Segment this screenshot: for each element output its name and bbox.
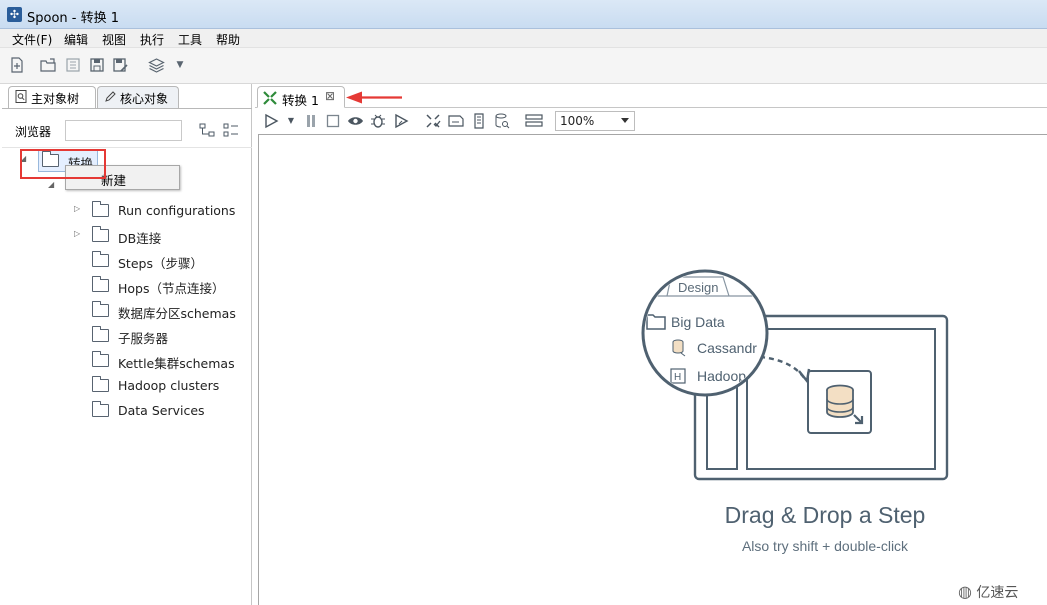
tree-item-db-connections[interactable]: ▷ DB连接 xyxy=(74,226,250,246)
tab-divider xyxy=(2,108,252,109)
drag-drop-headline: Drag & Drop a Step xyxy=(724,502,926,528)
close-tab-icon[interactable]: ⊠ xyxy=(325,89,335,103)
tree-item-label: Steps（步骤） xyxy=(118,256,203,271)
tree-item-label: DB连接 xyxy=(118,231,162,246)
drag-drop-illustration: Design Big Data Cassandr H Hadoop xyxy=(641,269,949,481)
menu-run[interactable]: 执行 xyxy=(140,31,164,48)
tree-item-label: Kettle集群schemas xyxy=(118,356,235,371)
watermark-logo-icon: ◍ xyxy=(958,582,972,601)
layers-icon[interactable] xyxy=(148,57,165,73)
left-tabs: 主对象树 核心对象 xyxy=(8,86,252,108)
impact-icon[interactable] xyxy=(448,113,464,129)
folder-icon xyxy=(92,226,109,242)
tree-item-label: 数据库分区schemas xyxy=(118,306,236,321)
tree-item-label: Data Services xyxy=(118,403,205,418)
canvas-toolbar: ▼ 100% xyxy=(257,108,637,134)
tree-item-steps[interactable]: Steps（步骤） xyxy=(74,251,250,271)
folder-icon xyxy=(92,276,109,292)
tab-core-objects-label: 核心对象 xyxy=(120,92,169,106)
dashed-drag-arrow xyxy=(759,355,806,380)
spoon-app-icon: ✣ xyxy=(7,7,22,22)
main-toolbar: ▼ xyxy=(0,48,1047,84)
collapsed-arrow-icon[interactable]: ▷ xyxy=(74,204,84,213)
tree-item-label: Hadoop clusters xyxy=(118,378,220,393)
folder-icon xyxy=(92,351,109,367)
editor-area: 转换 1 ⊠ ▼ 100% Design Big Data Cassandr H… xyxy=(255,84,1047,605)
menu-bar: 文件(F) 编辑 视图 执行 工具 帮助 xyxy=(0,29,1047,48)
dropdown-caret-icon[interactable]: ▼ xyxy=(172,57,188,73)
folder-icon xyxy=(92,376,109,392)
tree-item-data-services[interactable]: Data Services xyxy=(74,401,250,421)
editor-tab-strip: 转换 1 ⊠ xyxy=(255,84,1047,108)
left-panel: 主对象树 核心对象 浏览器 ◢ 转换 ◢ 新建 ▷ Run configurat… xyxy=(2,84,252,605)
menu-view[interactable]: 视图 xyxy=(102,31,126,48)
design-tab-label: Design xyxy=(678,280,718,295)
menu-file[interactable]: 文件(F) xyxy=(12,31,52,48)
tree-item-label: 子服务器 xyxy=(118,331,169,346)
tab-transformation-1[interactable]: 转换 1 ⊠ xyxy=(257,86,345,108)
preview-icon[interactable] xyxy=(347,113,363,129)
window-title: Spoon - 转换 1 xyxy=(27,11,120,26)
expanded-arrow-icon[interactable]: ◢ xyxy=(48,180,58,189)
folder-icon xyxy=(92,326,109,342)
watermark-text: 亿速云 xyxy=(976,585,1019,601)
tab-main-tree-label: 主对象树 xyxy=(31,92,80,106)
stop-icon[interactable] xyxy=(325,113,341,129)
sql-icon[interactable] xyxy=(471,113,487,129)
new-file-icon[interactable] xyxy=(9,57,25,73)
zoom-select[interactable]: 100% xyxy=(555,111,635,131)
explorer-icon[interactable] xyxy=(65,57,81,73)
menu-edit[interactable]: 编辑 xyxy=(64,31,88,48)
tab-main-tree[interactable]: 主对象树 xyxy=(8,86,96,108)
save-as-icon[interactable] xyxy=(112,57,128,73)
chevron-down-icon xyxy=(621,118,629,123)
annotation-red-box xyxy=(20,149,106,179)
verify-icon[interactable] xyxy=(425,113,441,129)
annotation-red-arrow xyxy=(346,91,402,104)
tab-core-objects[interactable]: 核心对象 xyxy=(97,86,179,108)
folder-icon xyxy=(92,401,109,417)
big-data-label: Big Data xyxy=(671,314,725,330)
expand-tree-icon[interactable] xyxy=(223,122,239,138)
folder-icon xyxy=(92,201,109,217)
title-bar: ✣ Spoon - 转换 1 xyxy=(0,0,1047,29)
tree-item-slave-servers[interactable]: 子服务器 xyxy=(74,326,250,346)
browser-label: 浏览器 xyxy=(15,125,52,139)
pencil-icon xyxy=(103,90,117,104)
align-icon[interactable] xyxy=(525,113,543,129)
collapsed-arrow-icon[interactable]: ▷ xyxy=(74,229,84,238)
menu-help[interactable]: 帮助 xyxy=(216,31,240,48)
search-doc-icon xyxy=(14,90,28,104)
pause-icon[interactable] xyxy=(303,113,319,129)
explore-db-icon[interactable] xyxy=(494,113,510,129)
watermark: ◍ 亿速云 xyxy=(958,582,1018,602)
open-folder-icon[interactable] xyxy=(40,57,56,73)
cassandra-label: Cassandr xyxy=(697,340,757,356)
hadoop-label: Hadoop xyxy=(697,368,746,384)
folder-icon xyxy=(92,301,109,317)
drag-drop-hint: Also try shift + double-click xyxy=(741,538,909,554)
tab-label: 转换 1 xyxy=(282,93,319,108)
menu-tools[interactable]: 工具 xyxy=(178,31,202,48)
panel-separator xyxy=(2,147,252,148)
hadoop-icon-letter: H xyxy=(674,372,681,383)
tree-item-label: Hops（节点连接） xyxy=(118,281,225,296)
tree-item-hadoop-clusters[interactable]: Hadoop clusters xyxy=(74,376,250,396)
save-icon[interactable] xyxy=(89,57,105,73)
debug-icon[interactable] xyxy=(370,113,386,129)
zoom-value: 100% xyxy=(560,114,595,128)
tree-item-hops[interactable]: Hops（节点连接） xyxy=(74,276,250,296)
collapse-tree-icon[interactable] xyxy=(199,122,215,138)
folder-icon xyxy=(92,251,109,267)
search-input[interactable] xyxy=(65,120,182,141)
transformation-icon xyxy=(262,90,278,106)
run-icon[interactable] xyxy=(263,113,279,129)
tree-item-run-configurations[interactable]: ▷ Run configurations xyxy=(74,201,250,221)
run-options-caret-icon[interactable]: ▼ xyxy=(283,113,299,129)
tree-item-partition-schemas[interactable]: 数据库分区schemas xyxy=(74,301,250,321)
replay-icon[interactable] xyxy=(393,113,409,129)
tree-item-kettle-cluster-schemas[interactable]: Kettle集群schemas xyxy=(74,351,250,371)
tree-item-label: Run configurations xyxy=(118,203,236,218)
